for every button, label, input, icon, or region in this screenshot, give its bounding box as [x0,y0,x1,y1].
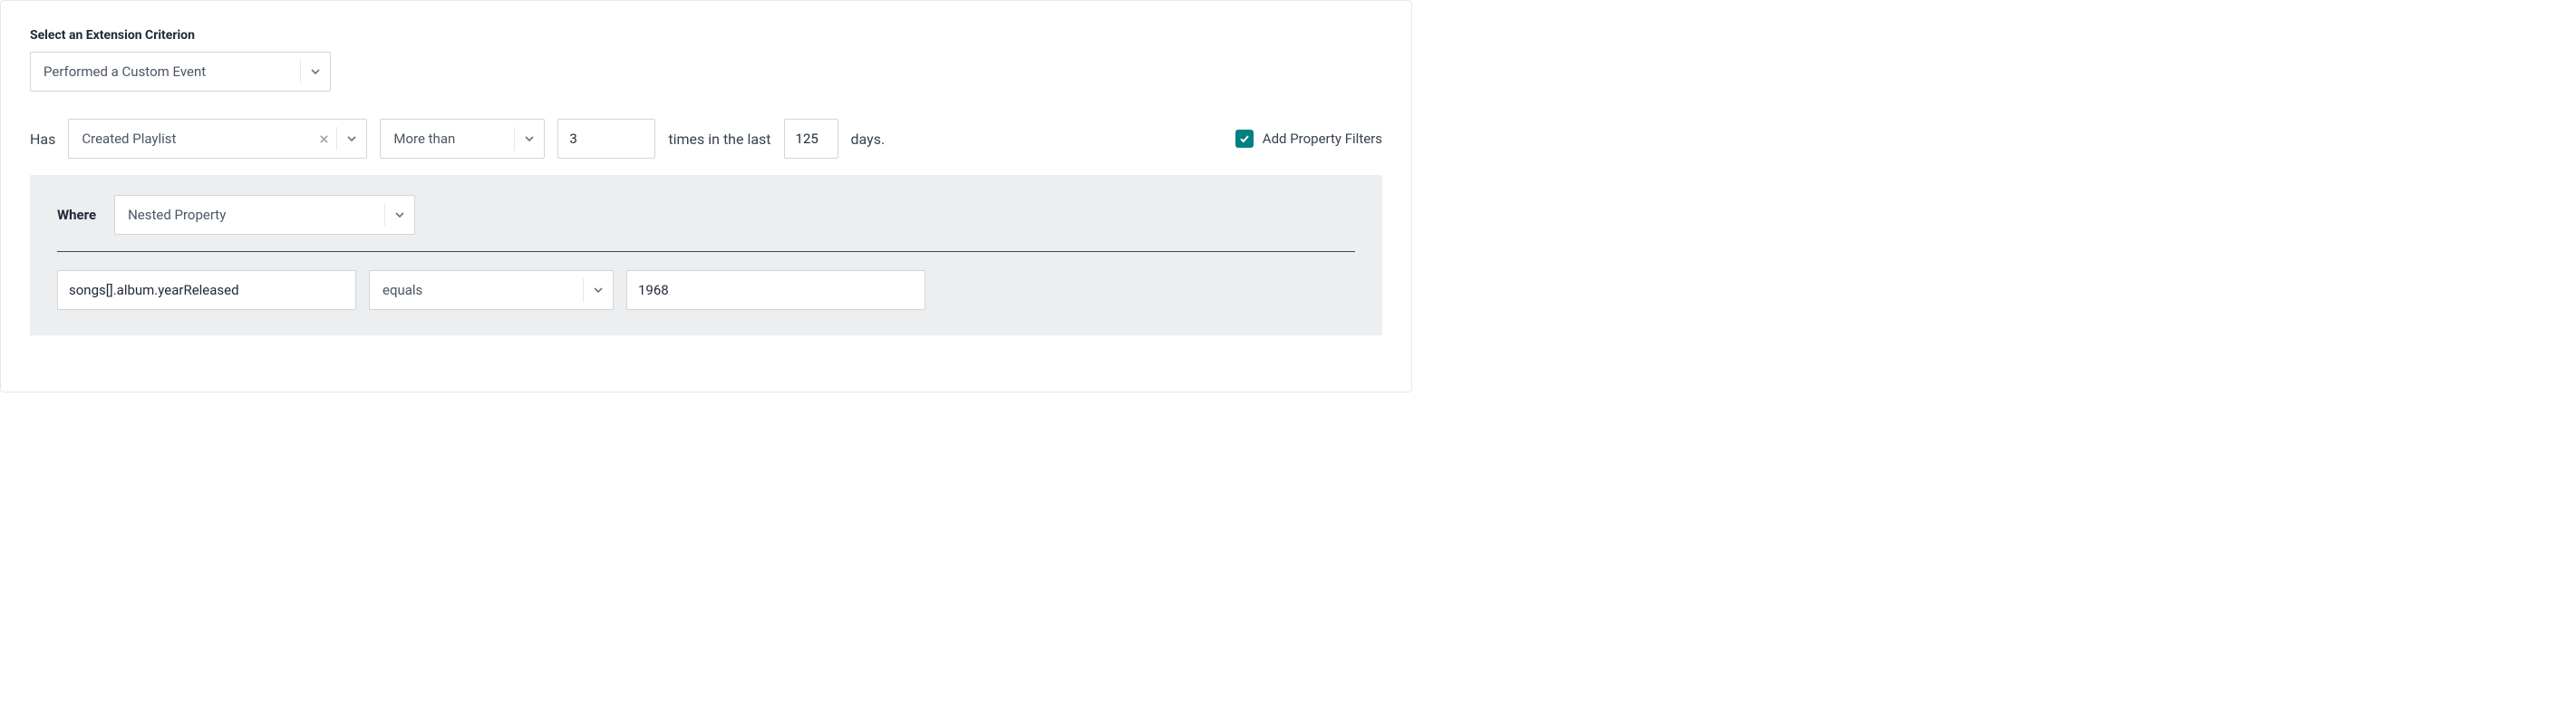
property-path-input[interactable] [57,270,356,310]
filter-row: equals [57,270,1355,310]
has-row: Has Created Playlist More than times in … [30,119,1382,159]
event-dropdown[interactable]: Created Playlist [68,119,367,159]
chevron-down-icon [300,60,330,82]
comparator-dropdown[interactable]: More than [380,119,545,159]
operator-value: equals [370,282,583,298]
where-type-value: Nested Property [115,207,384,223]
criterion-builder: Select an Extension Criterion Performed … [0,0,1412,393]
chevron-down-icon [514,127,544,150]
count-input[interactable] [557,119,655,159]
where-type-dropdown[interactable]: Nested Property [114,195,415,235]
has-prefix: Has [30,131,55,148]
where-label: Where [57,207,96,223]
chevron-down-icon [336,127,366,150]
filter-value-input[interactable] [626,270,925,310]
property-filter-panel: Where Nested Property equals [30,175,1382,335]
divider [57,251,1355,252]
event-value: Created Playlist [69,131,318,147]
where-row: Where Nested Property [57,195,1355,235]
criterion-dropdown[interactable]: Performed a Custom Event [30,52,331,92]
add-property-filters-label: Add Property Filters [1263,131,1382,147]
checkbox-checked-icon [1235,130,1254,148]
suffix-text: days. [851,131,886,148]
add-property-filters-toggle[interactable]: Add Property Filters [1235,130,1382,148]
comparator-value: More than [381,131,514,147]
operator-dropdown[interactable]: equals [369,270,614,310]
chevron-down-icon [384,203,414,226]
days-input[interactable] [784,119,838,159]
criterion-value: Performed a Custom Event [31,63,300,80]
chevron-down-icon [583,278,613,301]
clear-icon[interactable] [318,133,329,144]
mid-text: times in the last [668,131,770,148]
criterion-section-label: Select an Extension Criterion [30,28,1382,43]
